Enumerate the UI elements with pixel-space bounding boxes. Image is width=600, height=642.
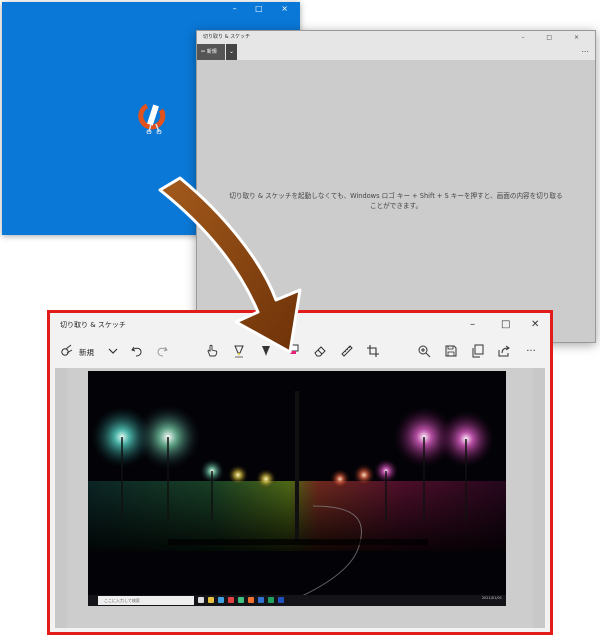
background-toolbar: ✂ 新規 ⌄ ... — [197, 44, 595, 60]
crop-icon — [367, 345, 379, 357]
background-snip-window: 切り取り & スケッチ – □ × ✂ 新規 ⌄ ... 切り取り & スケッチ… — [196, 30, 596, 343]
share-icon — [498, 345, 510, 357]
redo-icon — [157, 346, 168, 357]
save-icon — [445, 345, 457, 357]
night-parking-lot-photo — [88, 371, 506, 606]
undo-button[interactable] — [128, 342, 146, 360]
close-button[interactable]: ✕ — [531, 313, 539, 337]
background-new-label: 新規 — [206, 49, 217, 55]
touch-writing-icon — [207, 344, 218, 357]
redo-button[interactable] — [153, 342, 171, 360]
splash-window-controls[interactable]: – □ × — [233, 4, 296, 13]
minimize-button[interactable]: – — [470, 313, 475, 337]
taskbar-icons — [198, 597, 328, 604]
pencil-icon — [262, 346, 270, 356]
background-window-title: 切り取り & スケッチ — [203, 34, 251, 40]
chevron-down-icon — [108, 348, 118, 354]
more-icon: ··· — [526, 345, 536, 357]
undo-icon — [131, 346, 142, 357]
taskbar-search-box: ここに入力して検索 — [98, 596, 194, 605]
zoom-in-icon — [418, 345, 431, 358]
main-toolbar: 新規 ··· — [50, 337, 550, 365]
ballpoint-pen-icon — [234, 345, 244, 358]
main-snip-window: 切り取り & スケッチ – □ ✕ 新規 ··· ここに入力して検索 2021/… — [47, 310, 553, 635]
taskbar-clock: 2021/01/01 — [481, 596, 502, 600]
background-new-dropdown[interactable]: ⌄ — [226, 44, 237, 60]
main-window-title: 切り取り & スケッチ — [60, 321, 126, 329]
copy-icon — [472, 344, 484, 358]
new-snip-button[interactable] — [58, 342, 76, 360]
maximize-button[interactable]: □ — [501, 313, 510, 337]
copy-button[interactable] — [469, 342, 487, 360]
snip-sketch-logo-icon — [138, 103, 166, 134]
highlighter-button[interactable] — [284, 342, 302, 360]
background-more-button[interactable]: ... — [581, 45, 589, 54]
background-hint-text: 切り取り & スケッチを起動しなくても、Windows ロゴ キー + Shif… — [229, 192, 563, 210]
background-title-bar: 切り取り & スケッチ – □ × — [197, 31, 595, 44]
more-button[interactable]: ··· — [522, 342, 540, 360]
ballpoint-pen-button[interactable] — [230, 342, 248, 360]
ruler-icon — [341, 345, 353, 357]
crop-button[interactable] — [364, 342, 382, 360]
touch-writing-button[interactable] — [203, 342, 221, 360]
background-new-button[interactable]: ✂ 新規 — [197, 44, 225, 60]
pencil-button[interactable] — [257, 342, 275, 360]
ruler-button[interactable] — [338, 342, 356, 360]
captured-screenshot[interactable]: ここに入力して検索 2021/01/01 — [88, 371, 506, 606]
eraser-icon — [314, 346, 326, 357]
zoom-button[interactable] — [415, 342, 433, 360]
highlighter-icon — [287, 344, 299, 354]
new-snip-label: 新規 — [79, 348, 94, 357]
main-title-bar: 切り取り & スケッチ – □ ✕ — [50, 313, 550, 337]
eraser-button[interactable] — [311, 342, 329, 360]
share-button[interactable] — [495, 342, 513, 360]
save-button[interactable] — [442, 342, 460, 360]
new-snip-icon — [61, 344, 73, 356]
screenshot-taskbar: ここに入力して検索 2021/01/01 — [88, 595, 506, 606]
background-window-controls[interactable]: – □ × — [521, 31, 589, 44]
new-snip-dropdown[interactable] — [104, 342, 122, 360]
